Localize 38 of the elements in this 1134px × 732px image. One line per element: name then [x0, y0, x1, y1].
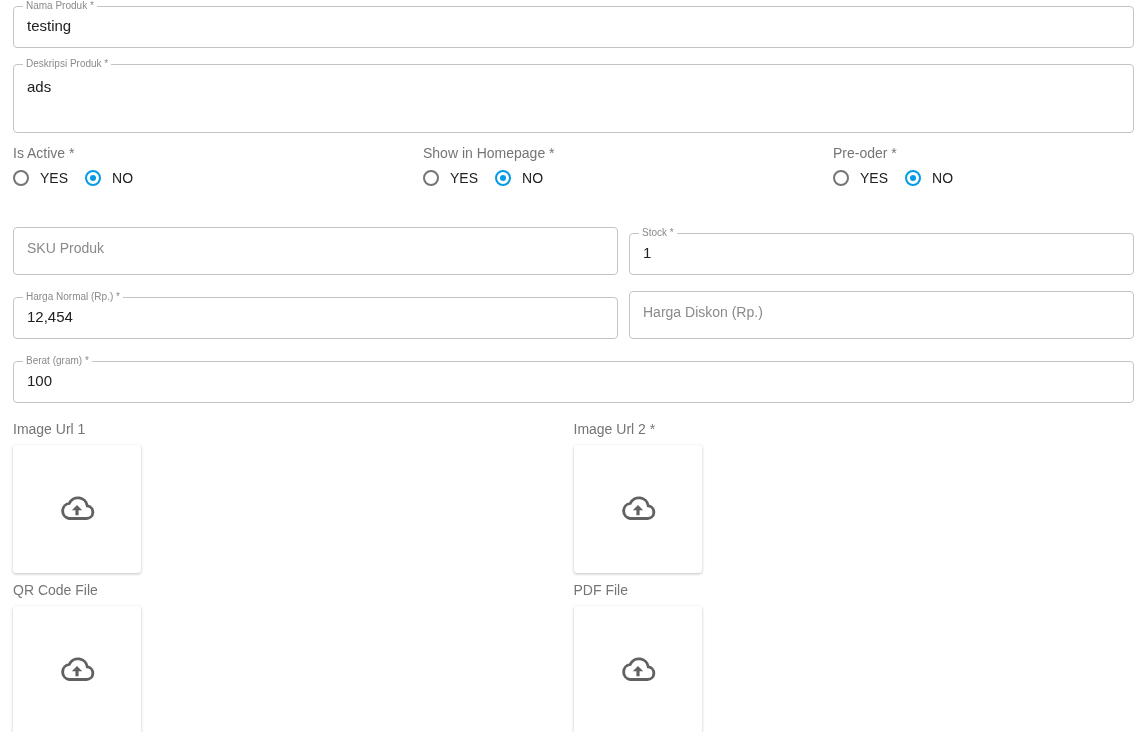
field-label: Nama Produk *	[25, 0, 95, 12]
input-field[interactable]: SKU Produk	[27, 238, 604, 256]
radio-button[interactable]	[85, 170, 101, 186]
input-field[interactable]: Harga Diskon (Rp.)	[643, 302, 1120, 320]
input-field[interactable]: 1	[643, 244, 1120, 261]
group-label: Pre-oder *	[833, 144, 898, 163]
input-field[interactable]: 100	[27, 372, 1120, 389]
upload-label: QR Code File	[13, 581, 99, 600]
input-field[interactable]: 12,454	[27, 308, 604, 325]
field-label: Berat (gram) *	[25, 355, 90, 367]
field-label: Deskripsi Produk *	[25, 58, 110, 70]
field-label: Harga Normal (Rp.) *	[25, 291, 121, 303]
option-label: NO	[932, 170, 953, 186]
text-field[interactable]: Harga Diskon (Rp.)	[629, 291, 1134, 339]
upload-label: PDF File	[573, 581, 629, 600]
text-field[interactable]: SKU Produk	[13, 227, 618, 275]
field-label: Stock *	[641, 227, 675, 239]
text-field[interactable]: Harga Normal (Rp.) * 12,454	[13, 291, 618, 339]
option-label: YES	[40, 170, 68, 186]
group-label: Is Active *	[13, 144, 76, 163]
text-field[interactable]: Stock * 1	[629, 227, 1134, 275]
textarea-field[interactable]: ads	[27, 78, 1120, 112]
option-label: YES	[450, 170, 478, 186]
upload-label: Image Url 1	[13, 420, 87, 439]
radio-button[interactable]	[905, 170, 921, 186]
radio-button[interactable]	[495, 170, 511, 186]
option-label: YES	[860, 170, 888, 186]
option-label: NO	[522, 170, 543, 186]
radio-button[interactable]	[423, 170, 439, 186]
upload-label: Image Url 2 *	[573, 420, 657, 439]
text-field[interactable]: Berat (gram) * 100	[13, 355, 1134, 403]
text-field[interactable]: Deskripsi Produk * ads	[13, 58, 1134, 133]
text-field[interactable]: Nama Produk * testing	[13, 0, 1134, 48]
group-label: Show in Homepage *	[423, 144, 556, 163]
radio-button[interactable]	[833, 170, 849, 186]
option-label: NO	[112, 170, 133, 186]
radio-button[interactable]	[13, 170, 29, 186]
input-field[interactable]: testing	[27, 17, 1120, 34]
